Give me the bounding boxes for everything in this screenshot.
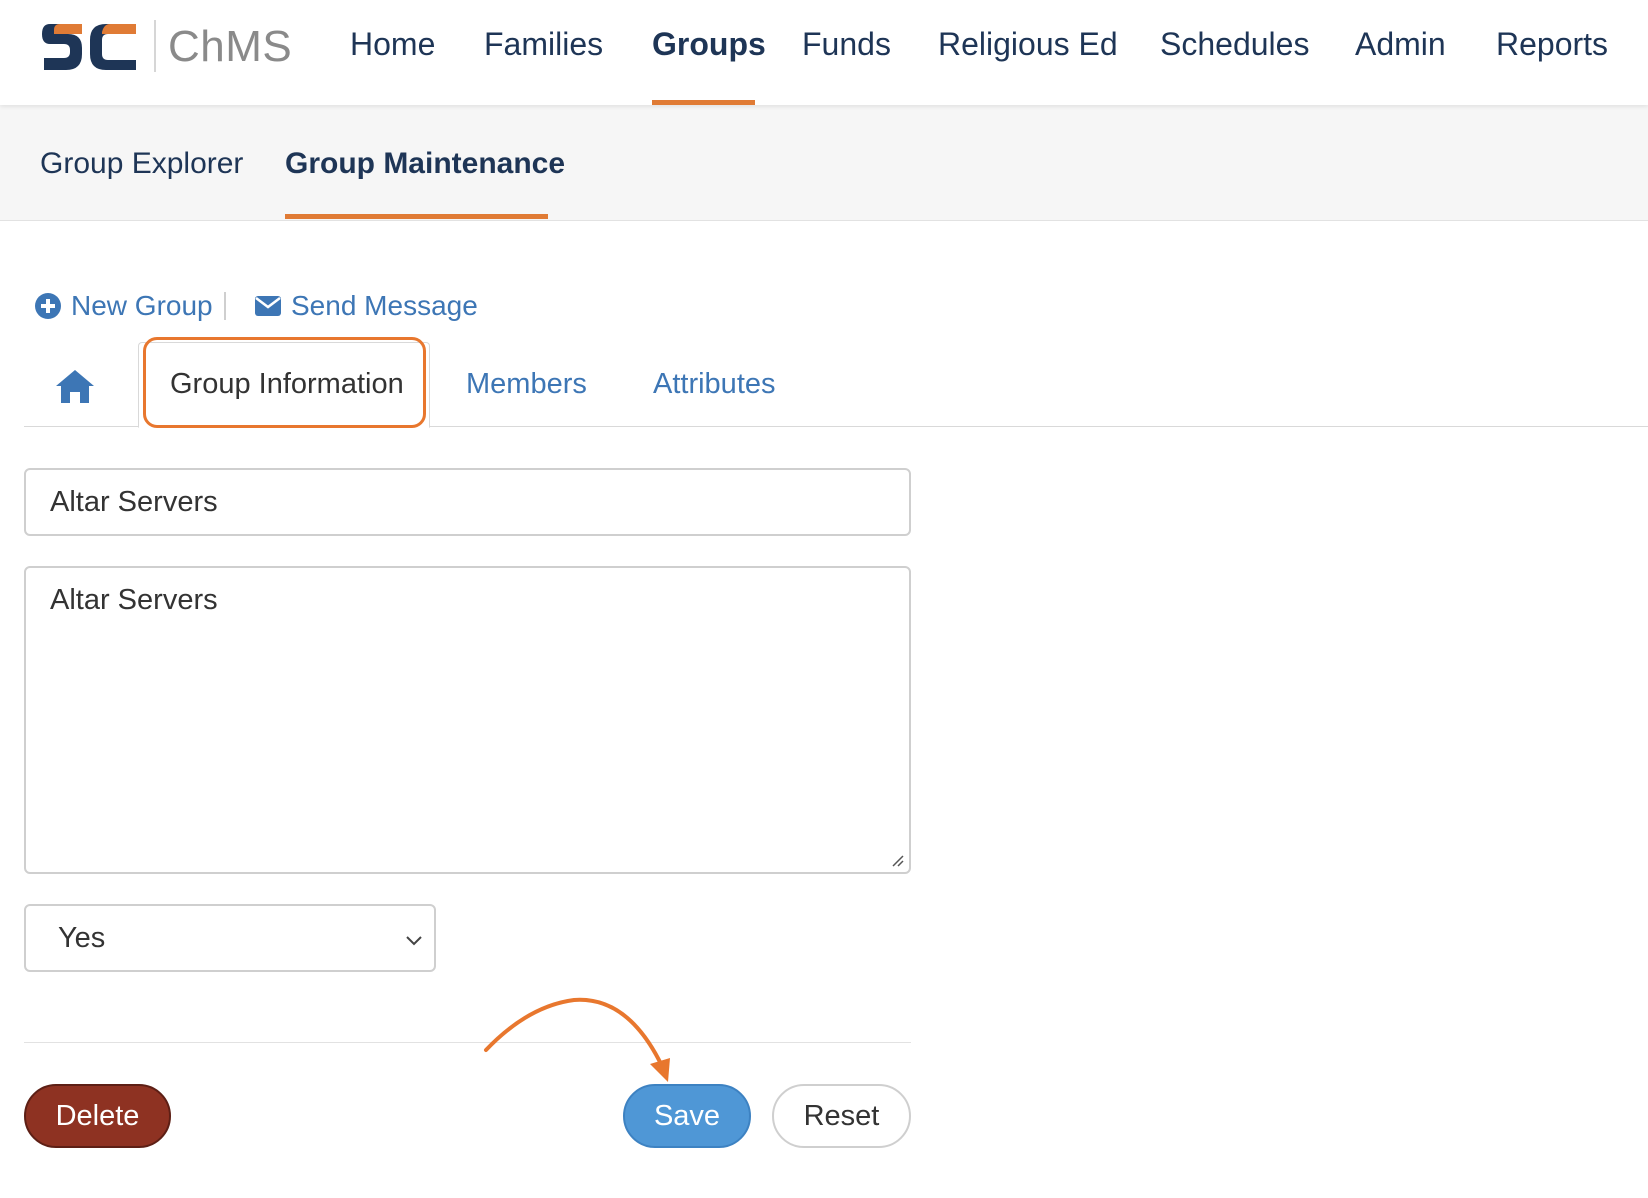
- app-name: ChMS: [168, 22, 293, 71]
- subnav-active-indicator: [285, 214, 548, 219]
- group-name-value: Altar Servers: [50, 485, 218, 518]
- active-status-select[interactable]: Yes: [24, 904, 436, 972]
- sub-navigation-bar: Group Explorer Group Maintenance: [0, 105, 1648, 221]
- subnav-item-group-explorer[interactable]: Group Explorer: [40, 147, 243, 181]
- new-group-label: New Group: [71, 290, 213, 321]
- curved-arrow-annotation: [484, 997, 670, 1082]
- delete-button[interactable]: Delete: [24, 1084, 171, 1148]
- tab-members[interactable]: Members: [466, 368, 587, 401]
- new-group-link[interactable]: New Group: [34, 290, 213, 322]
- nav-item-families[interactable]: Families: [484, 26, 603, 63]
- chevron-down-icon: [406, 936, 422, 946]
- sc-logo-icon[interactable]: [40, 18, 140, 78]
- tab-attributes[interactable]: Attributes: [653, 368, 776, 401]
- save-button[interactable]: Save: [623, 1084, 751, 1148]
- group-description-textarea[interactable]: Altar Servers: [24, 566, 911, 874]
- home-icon[interactable]: [54, 368, 96, 404]
- envelope-icon: [255, 296, 281, 316]
- tab-group-information-label[interactable]: Group Information: [170, 368, 404, 401]
- reset-button[interactable]: Reset: [772, 1084, 911, 1148]
- send-message-label: Send Message: [291, 290, 478, 321]
- top-navigation-bar: ChMS Home Families Groups Funds Religiou…: [0, 0, 1648, 105]
- logo-divider: [154, 20, 156, 72]
- form-divider: [24, 1042, 911, 1043]
- nav-item-schedules[interactable]: Schedules: [1160, 26, 1309, 63]
- nav-item-religious-ed[interactable]: Religious Ed: [938, 26, 1118, 63]
- send-message-link[interactable]: Send Message: [254, 290, 478, 322]
- plus-circle-icon: [35, 293, 61, 319]
- group-description-value: Altar Servers: [50, 584, 218, 616]
- nav-item-admin[interactable]: Admin: [1355, 26, 1446, 63]
- nav-item-groups[interactable]: Groups: [652, 26, 766, 63]
- group-name-input[interactable]: Altar Servers: [24, 468, 911, 536]
- nav-item-home[interactable]: Home: [350, 26, 435, 63]
- nav-active-indicator: [652, 100, 755, 105]
- resize-grip-icon[interactable]: [889, 852, 905, 868]
- nav-item-funds[interactable]: Funds: [802, 26, 891, 63]
- active-status-value: Yes: [58, 921, 106, 954]
- nav-item-reports[interactable]: Reports: [1496, 26, 1608, 63]
- subnav-item-group-maintenance[interactable]: Group Maintenance: [285, 147, 565, 181]
- actions-separator: [224, 292, 226, 320]
